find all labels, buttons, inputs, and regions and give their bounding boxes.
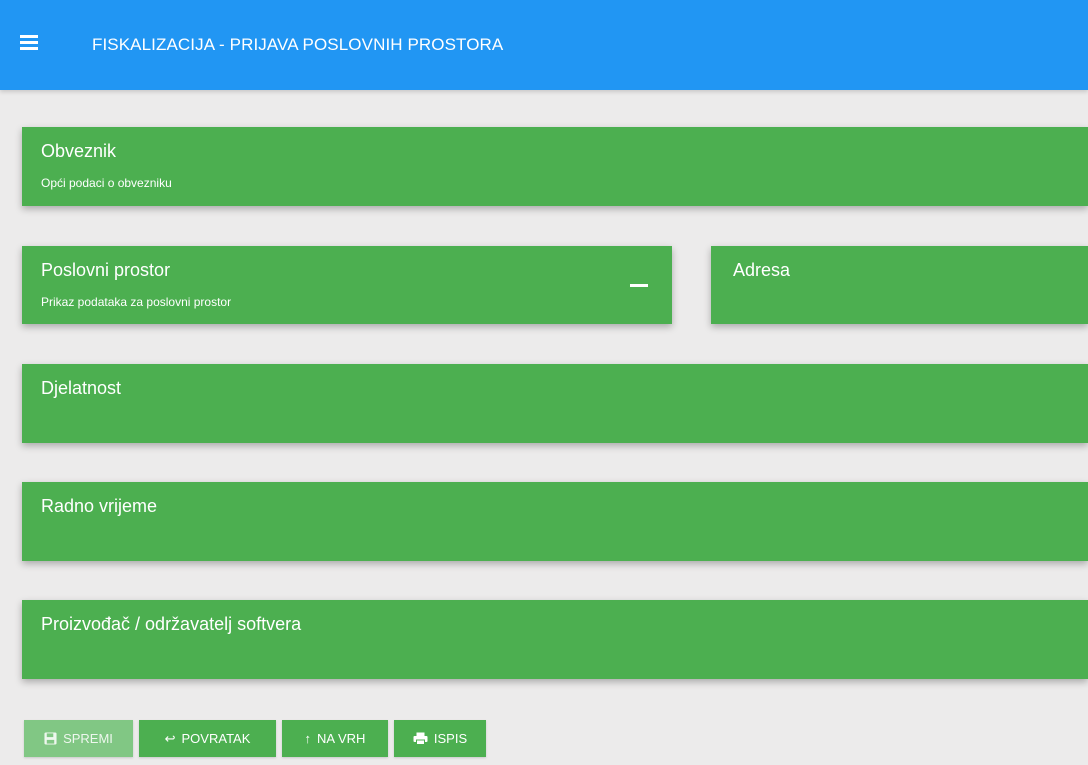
card-djelatnost[interactable]: Djelatnost [22,364,1088,443]
return-arrow-icon: ↩ [164,731,176,746]
card-obveznik[interactable]: Obveznik Opći podaci o obvezniku [22,127,1088,206]
minus-icon[interactable] [628,279,650,291]
card-poslovni-prostor-subtitle: Prikaz podataka za poslovni prostor [41,295,232,309]
card-proizvodac[interactable]: Proizvođač / održavatelj softvera [22,600,1088,679]
top-app-bar: FISKALIZACIJA - PRIJAVA POSLOVNIH PROSTO… [0,0,1088,90]
card-obveznik-subtitle: Opći podaci o obvezniku [41,176,172,190]
card-adresa-title: Adresa [733,260,791,280]
hamburger-menu-icon[interactable] [18,33,46,57]
print-icon [413,732,428,745]
card-radno-vrijeme-title: Radno vrijeme [41,496,158,516]
back-button[interactable]: ↩ POVRATAK [139,720,276,757]
print-button[interactable]: ISPIS [394,720,486,757]
top-button[interactable]: ↑ NA VRH [282,720,388,757]
card-djelatnost-title: Djelatnost [41,378,122,398]
arrow-up-icon: ↑ [304,731,312,746]
back-button-label: POVRATAK [181,731,251,746]
page-title: FISKALIZACIJA - PRIJAVA POSLOVNIH PROSTO… [92,35,504,54]
card-obveznik-title: Obveznik [41,141,117,161]
print-button-label: ISPIS [433,731,468,746]
card-radno-vrijeme[interactable]: Radno vrijeme [22,482,1088,561]
card-poslovni-prostor[interactable]: Poslovni prostor Prikaz podataka za posl… [22,246,672,324]
card-poslovni-prostor-title: Poslovni prostor [41,260,171,280]
save-button-label: SPREMI [63,731,113,746]
save-button[interactable]: SPREMI [24,720,133,757]
top-button-label: NA VRH [317,731,366,746]
card-adresa[interactable]: Adresa [711,246,1088,324]
card-proizvodac-title: Proizvođač / održavatelj softvera [41,614,302,634]
save-icon [44,732,57,745]
